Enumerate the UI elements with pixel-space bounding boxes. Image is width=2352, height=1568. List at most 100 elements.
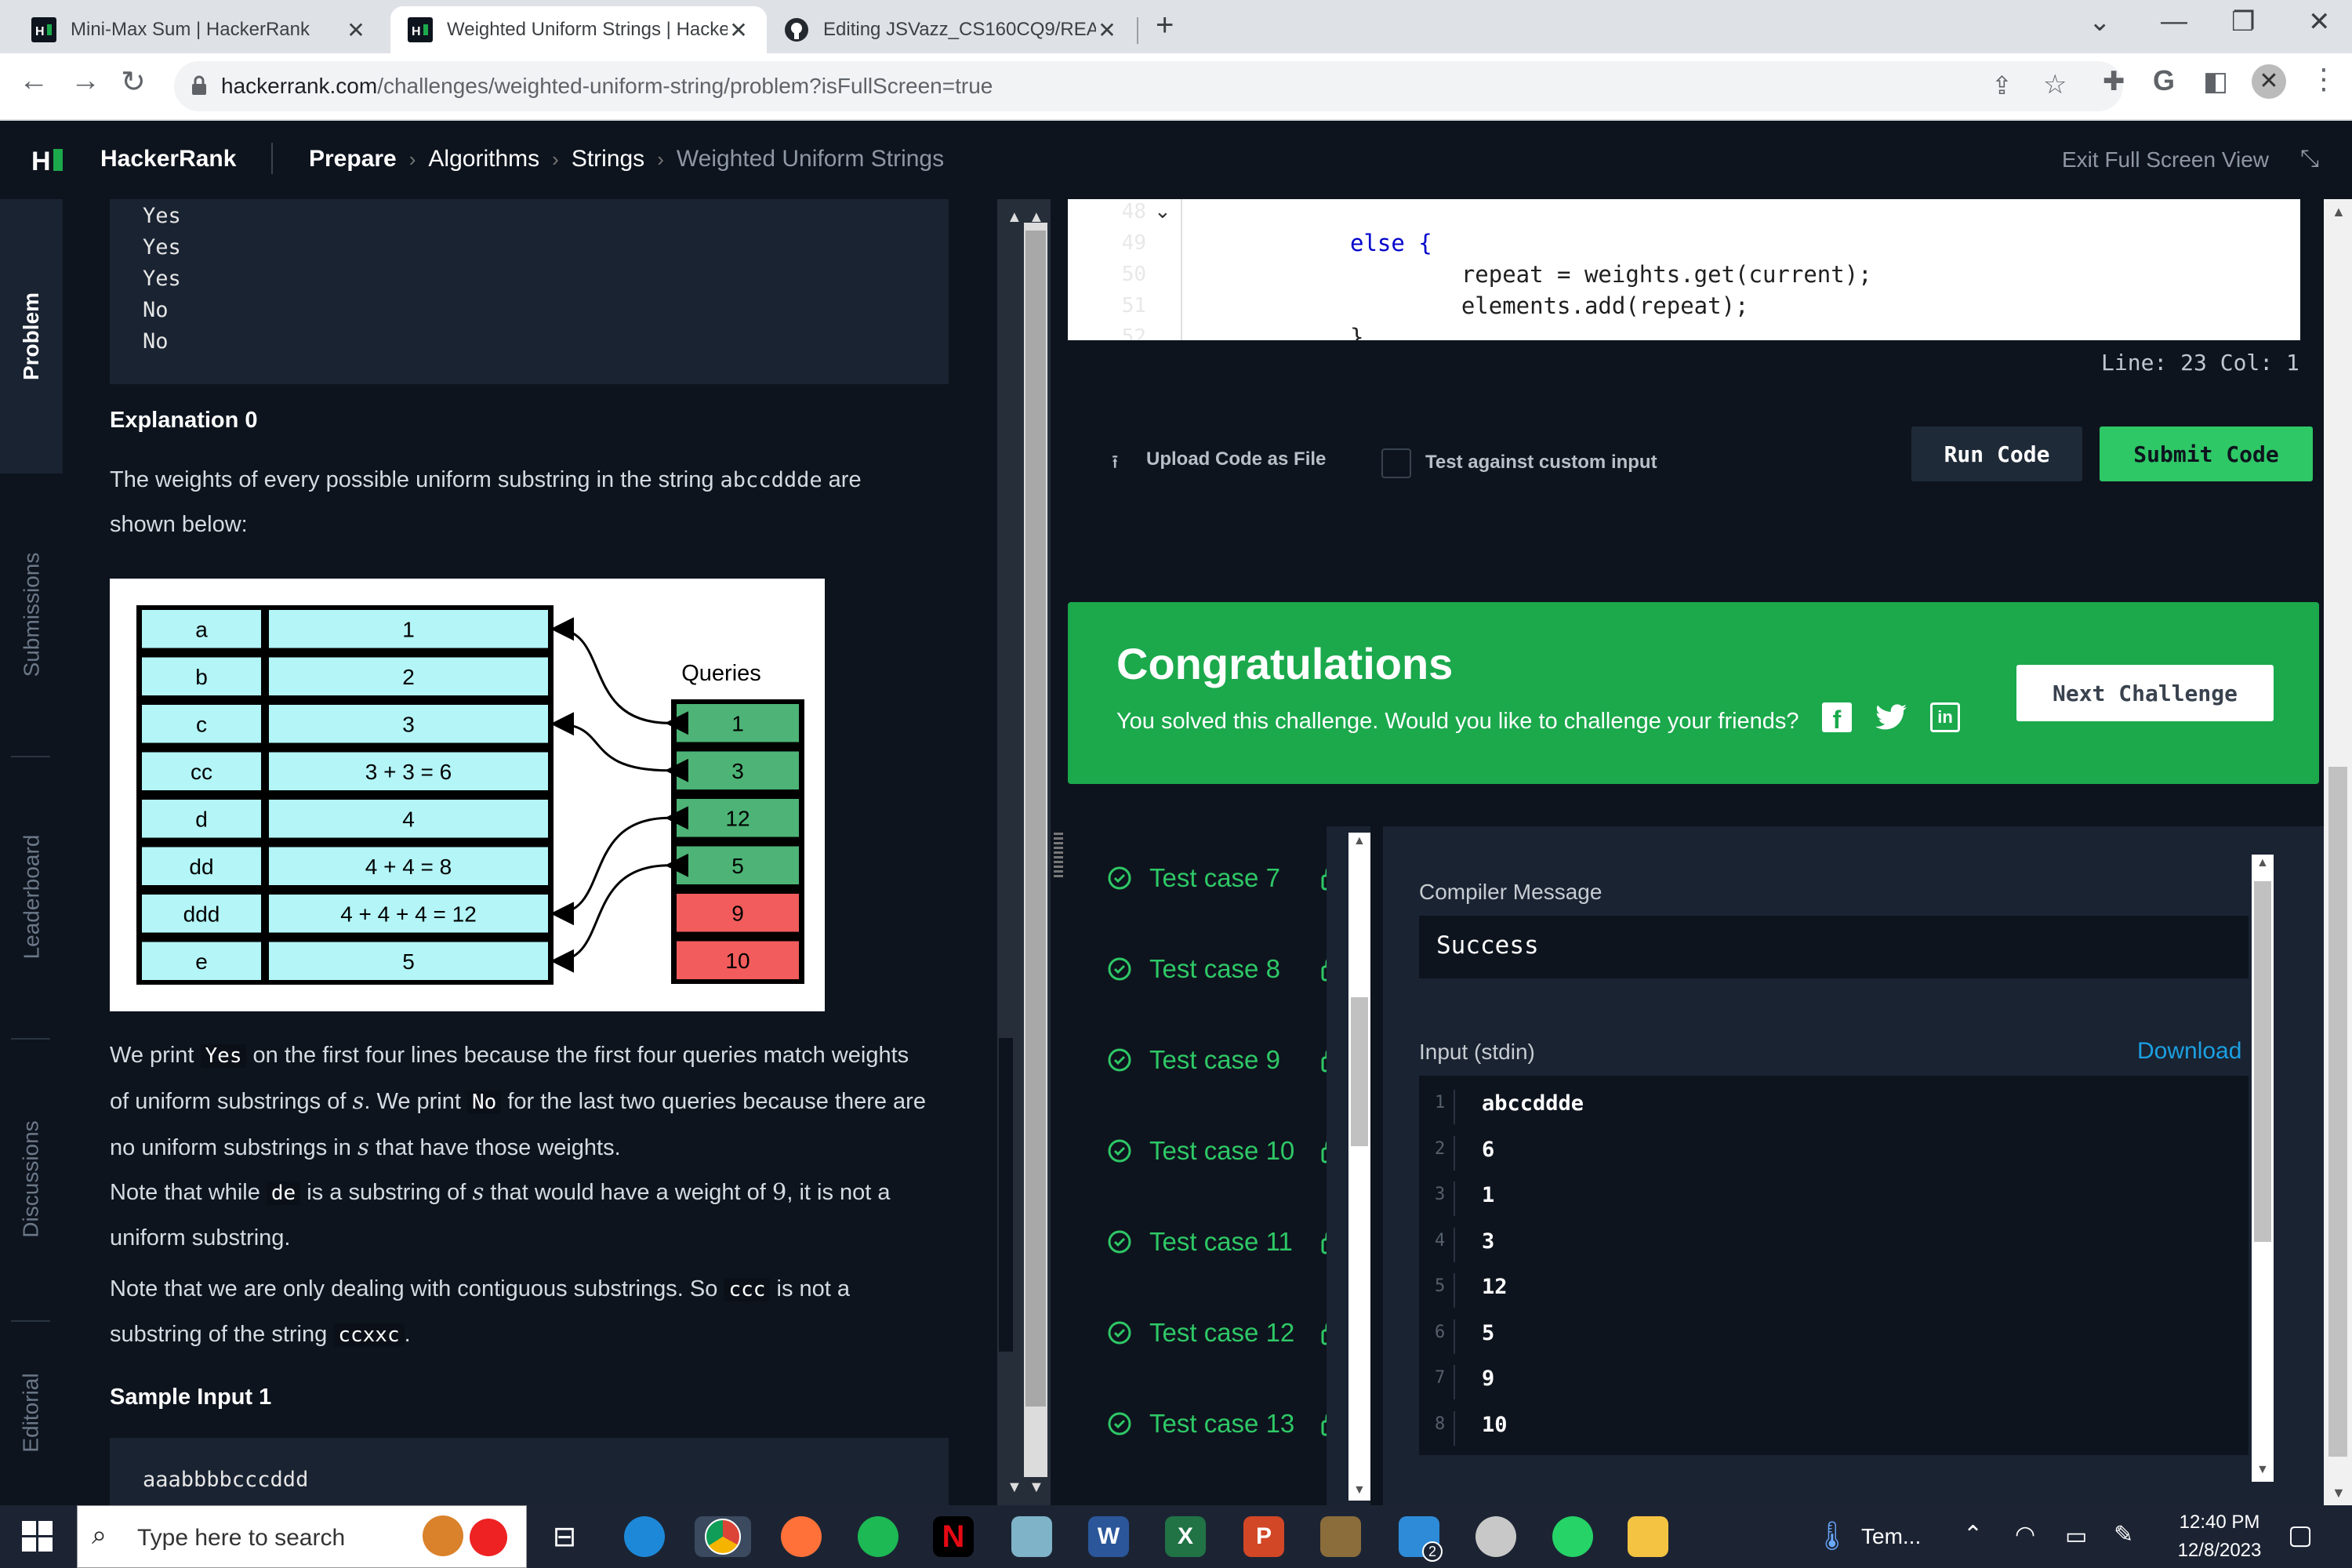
scrollbar-thumb[interactable]: [999, 1038, 1013, 1352]
scroll-up-icon[interactable]: ▲: [2256, 856, 2269, 870]
brand-name[interactable]: HackerRank: [100, 146, 236, 172]
url-bar[interactable]: hackerrank.com/challenges/weighted-unifo…: [174, 61, 2123, 111]
breadcrumb-algorithms[interactable]: Algorithms: [428, 146, 539, 172]
scroll-down-icon[interactable]: ▼: [1029, 1479, 1044, 1497]
grammarly-icon[interactable]: G: [2153, 64, 2175, 97]
scroll-down-icon[interactable]: ▼: [2332, 1485, 2346, 1501]
browser-tab[interactable]: H Mini-Max Sum | HackerRank ✕: [14, 6, 384, 53]
testcase-item[interactable]: Test case 11: [1107, 1196, 1327, 1287]
scrollbar-thumb[interactable]: [2254, 881, 2271, 1242]
chevron-up-icon[interactable]: ⌃: [1963, 1521, 1983, 1548]
testcase-item[interactable]: Test case 9: [1107, 1014, 1327, 1105]
powerpoint-icon[interactable]: P: [1243, 1516, 1284, 1557]
scroll-down-icon[interactable]: ▼: [1353, 1483, 1366, 1497]
extensions-icon[interactable]: ✚: [2103, 66, 2125, 97]
back-icon[interactable]: ←: [19, 64, 49, 98]
scrollbar-thumb[interactable]: [1351, 997, 1368, 1146]
word-icon[interactable]: W: [1088, 1516, 1129, 1557]
windows-start-icon[interactable]: [22, 1521, 53, 1552]
tab-search-icon[interactable]: ⌄: [2089, 6, 2111, 38]
page-scrollbar[interactable]: ▲ ▼: [2324, 199, 2352, 1505]
submit-code-button[interactable]: Submit Code: [2100, 426, 2313, 481]
new-tab-icon[interactable]: +: [1156, 8, 1174, 43]
pen-icon[interactable]: ✎: [2114, 1521, 2133, 1548]
battery-icon[interactable]: ▭: [2065, 1523, 2087, 1550]
close-icon[interactable]: ✕: [345, 17, 367, 43]
browser-tab-active[interactable]: H Weighted Uniform Strings | HackerRank …: [390, 6, 767, 53]
custom-input-label[interactable]: Test against custom input: [1425, 452, 1657, 474]
clock-date[interactable]: 12/8/2023: [2169, 1540, 2270, 1562]
testcase-item[interactable]: Test case 12: [1107, 1287, 1327, 1378]
taskbar-search-box[interactable]: ⌕ Type here to search: [77, 1505, 527, 1568]
reload-icon[interactable]: ↻: [121, 64, 146, 100]
breadcrumb-strings[interactable]: Strings: [572, 146, 644, 172]
grip-icon[interactable]: [1054, 833, 1063, 880]
profile-avatar[interactable]: ✕: [2252, 64, 2286, 99]
notepad-icon[interactable]: [1011, 1516, 1052, 1557]
linkedin-icon[interactable]: in: [1930, 702, 1960, 732]
testcase-scrollbar[interactable]: ▲ ▼: [1348, 833, 1370, 1501]
fold-chevron-icon[interactable]: ⌄: [1154, 199, 1171, 223]
upload-code-link[interactable]: Upload Code as File: [1146, 448, 1326, 470]
scrollbar-thumb[interactable]: [1025, 230, 1046, 1406]
snipping-tool-icon[interactable]: [1475, 1516, 1516, 1557]
excel-icon[interactable]: X: [1165, 1516, 1206, 1557]
rail-tab-editorial[interactable]: Editorial: [0, 1320, 63, 1505]
paint-icon[interactable]: [1320, 1516, 1361, 1557]
rail-tab-leaderboard[interactable]: Leaderboard: [0, 756, 63, 1038]
wifi-icon[interactable]: ◠: [2015, 1521, 2035, 1548]
rail-tab-submissions[interactable]: Submissions: [0, 474, 63, 756]
whatsapp-icon[interactable]: [1552, 1516, 1593, 1557]
chrome-taskbar-button[interactable]: [695, 1516, 751, 1557]
scroll-down-icon[interactable]: ▼: [2256, 1463, 2269, 1477]
close-icon[interactable]: ✕: [1096, 17, 1118, 43]
scrollbar-thumb[interactable]: [2328, 767, 2347, 1457]
code-editor[interactable]: 48 49 50 51 52 ⌄ else { repeat = weights.get…: [1068, 199, 2300, 340]
code-text[interactable]: else { repeat = weights.get(current); el…: [1350, 199, 1872, 340]
scroll-up-icon[interactable]: ▲: [2332, 204, 2346, 220]
close-icon[interactable]: ✕: [728, 17, 750, 43]
menu-icon[interactable]: ⋮: [2310, 63, 2338, 96]
compiler-scrollbar[interactable]: ▲ ▼: [2252, 855, 2274, 1482]
task-view-icon[interactable]: ⊟: [544, 1516, 585, 1557]
share-icon[interactable]: ⇪: [1991, 71, 2013, 100]
scroll-up-icon[interactable]: ▲: [1353, 834, 1366, 848]
exit-fullscreen-link[interactable]: Exit Full Screen View: [2062, 147, 2269, 172]
run-code-button[interactable]: Run Code: [1911, 426, 2082, 481]
clock-time[interactable]: 12:40 PM: [2176, 1512, 2263, 1534]
minimize-icon[interactable]: —: [2161, 6, 2187, 37]
testcase-item[interactable]: Test case 8: [1107, 924, 1327, 1014]
facebook-icon[interactable]: f: [1822, 702, 1852, 734]
upload-icon[interactable]: ⭱: [1112, 448, 1118, 481]
twitter-icon[interactable]: [1875, 702, 1908, 732]
testcase-item[interactable]: Test case 13: [1107, 1378, 1327, 1469]
collapse-icon[interactable]: ⤡: [2300, 146, 2319, 172]
testcase-item[interactable]: Test case 7: [1107, 833, 1327, 924]
firefox-icon[interactable]: [781, 1516, 822, 1557]
rail-tab-problem[interactable]: Problem: [0, 199, 63, 474]
edge-icon[interactable]: [624, 1516, 665, 1557]
scroll-down-icon[interactable]: ▼: [1007, 1479, 1022, 1497]
restore-icon[interactable]: ❐: [2231, 6, 2255, 38]
breadcrumb-prepare[interactable]: Prepare: [309, 146, 397, 172]
scroll-up-icon[interactable]: ▲: [1007, 209, 1022, 227]
weather-label[interactable]: Tem...: [1861, 1524, 1921, 1549]
window-close-icon[interactable]: ✕: [2308, 6, 2331, 38]
notification-icon[interactable]: ▢: [2288, 1519, 2313, 1551]
sidepanel-icon[interactable]: ◧: [2203, 66, 2228, 97]
resize-handle[interactable]: [1051, 826, 1068, 1505]
next-challenge-button[interactable]: Next Challenge: [2016, 665, 2274, 721]
download-link[interactable]: Download: [2137, 1038, 2241, 1065]
hackerrank-logo-icon[interactable]: H: [31, 144, 69, 176]
file-explorer-icon[interactable]: [1628, 1516, 1668, 1557]
spotify-icon[interactable]: [858, 1516, 898, 1557]
problem-scrollbar-track[interactable]: ▲ ▲ ▼ ▼: [997, 199, 1051, 1505]
browser-tab[interactable]: Editing JSVazz_CS160CQ9/README ✕: [767, 6, 1135, 53]
testcase-item[interactable]: Test case 10: [1107, 1105, 1327, 1196]
thermometer-icon[interactable]: 🌡: [1814, 1519, 1850, 1552]
rail-tab-discussions[interactable]: Discussions: [0, 1038, 63, 1320]
forward-icon[interactable]: →: [71, 64, 100, 98]
custom-input-checkbox[interactable]: [1381, 448, 1411, 478]
bookmark-star-icon[interactable]: ☆: [2043, 69, 2067, 100]
lock-icon[interactable]: [191, 75, 207, 96]
